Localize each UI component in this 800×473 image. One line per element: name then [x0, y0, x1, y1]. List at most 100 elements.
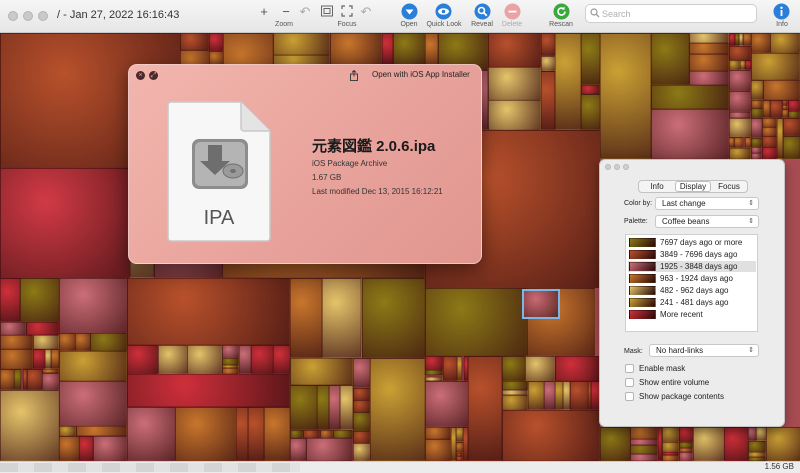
treemap-cell[interactable]: [689, 33, 729, 44]
treemap-cell[interactable]: [761, 146, 778, 159]
treemap-cell[interactable]: [126, 344, 159, 375]
tab-focus[interactable]: Focus: [711, 181, 747, 192]
treemap-cell[interactable]: [392, 33, 425, 65]
treemap-cell[interactable]: [0, 278, 21, 323]
treemap-cell[interactable]: [750, 33, 771, 54]
treemap-cell[interactable]: [527, 381, 544, 411]
treemap-cell[interactable]: [543, 381, 555, 411]
treemap-cell[interactable]: [679, 427, 694, 443]
selected-treemap-cell[interactable]: [522, 289, 560, 319]
treemap-cell[interactable]: [555, 33, 582, 131]
treemap-cell[interactable]: [175, 406, 236, 461]
treemap-cell[interactable]: [306, 438, 354, 461]
treemap-cell[interactable]: [763, 79, 800, 100]
treemap-cell[interactable]: [425, 427, 451, 439]
treemap-cell[interactable]: [158, 344, 187, 375]
zoom-window-button[interactable]: [38, 11, 48, 21]
enable-mask-checkbox[interactable]: [625, 364, 634, 373]
treemap-cell[interactable]: [555, 356, 600, 382]
search-field[interactable]: [585, 4, 757, 23]
treemap-cell[interactable]: [209, 33, 224, 52]
treemap-cell[interactable]: [290, 385, 318, 431]
focus-reset-icon[interactable]: ↶: [358, 4, 374, 20]
show-package-contents-checkbox[interactable]: [625, 392, 634, 401]
treemap-cell[interactable]: [92, 436, 127, 461]
zoom-out-icon[interactable]: −: [278, 4, 294, 20]
inspector-minimize-button[interactable]: [614, 164, 620, 170]
treemap-cell[interactable]: [728, 69, 751, 91]
treemap-cell[interactable]: [353, 430, 371, 443]
treemap-cell[interactable]: [58, 425, 76, 436]
treemap-cell[interactable]: [186, 344, 223, 375]
minimize-window-button[interactable]: [23, 11, 33, 21]
legend-row[interactable]: 482 - 962 days ago: [628, 285, 756, 296]
treemap-cell[interactable]: [13, 368, 22, 390]
focus-frame-icon[interactable]: [319, 4, 335, 22]
treemap-cell[interactable]: [728, 111, 751, 119]
treemap-cell[interactable]: [239, 344, 252, 375]
treemap-cell[interactable]: [787, 99, 800, 111]
legend-row[interactable]: 7697 days ago or more: [628, 237, 756, 248]
treemap-cell[interactable]: [728, 148, 751, 159]
treemap-cell[interactable]: [90, 332, 127, 351]
treemap-cell[interactable]: [762, 99, 771, 119]
treemap-cell[interactable]: [58, 278, 127, 333]
treemap-cell[interactable]: [0, 368, 14, 390]
color-by-select[interactable]: Last change ⇕: [655, 197, 759, 210]
treemap-cell[interactable]: [502, 395, 528, 411]
treemap-cell[interactable]: [728, 59, 741, 70]
open-button[interactable]: [401, 3, 418, 20]
treemap-cell[interactable]: [382, 33, 393, 65]
treemap-cell[interactable]: [689, 53, 729, 72]
treemap-cell[interactable]: [756, 427, 767, 442]
treemap-cell[interactable]: [272, 33, 330, 56]
quick-look-button[interactable]: [435, 3, 452, 20]
treemap-cell[interactable]: [524, 356, 556, 382]
mask-select[interactable]: No hard-links ⇕: [649, 344, 759, 357]
treemap-cell[interactable]: [42, 373, 59, 390]
treemap-cell[interactable]: [290, 430, 303, 439]
focus-expand-icon[interactable]: [339, 4, 355, 22]
treemap-cell[interactable]: [51, 348, 59, 369]
treemap-cell[interactable]: [750, 99, 763, 109]
treemap-cell[interactable]: [27, 368, 43, 390]
open-with-button[interactable]: Open with iOS App Installer: [372, 70, 470, 79]
treemap-cell[interactable]: [554, 381, 563, 411]
treemap-cell[interactable]: [180, 33, 210, 51]
treemap-cell[interactable]: [58, 350, 127, 382]
treemap-cell[interactable]: [487, 67, 542, 100]
treemap-cell[interactable]: [425, 380, 469, 428]
treemap-cell[interactable]: [748, 441, 767, 452]
treemap-cell[interactable]: [264, 406, 290, 461]
treemap-cell[interactable]: [689, 71, 729, 86]
show-entire-volume-checkbox[interactable]: [625, 378, 634, 387]
palette-select[interactable]: Coffee beans ⇕: [655, 215, 759, 228]
zoom-reset-icon[interactable]: ↶: [297, 4, 313, 20]
treemap-cell[interactable]: [581, 85, 600, 95]
treemap-cell[interactable]: [600, 33, 651, 159]
treemap-cell[interactable]: [353, 387, 371, 400]
treemap-cell[interactable]: [425, 288, 527, 356]
treemap-cell[interactable]: [222, 357, 240, 365]
treemap-cell[interactable]: [247, 406, 265, 461]
treemap-cell[interactable]: [290, 438, 307, 461]
treemap-cell[interactable]: [679, 451, 694, 461]
treemap-cell[interactable]: [425, 356, 444, 371]
treemap-cell[interactable]: [770, 33, 800, 54]
delete-button[interactable]: [504, 3, 521, 20]
zoom-in-icon[interactable]: +: [256, 4, 272, 20]
tab-info[interactable]: Info: [639, 181, 675, 192]
treemap-cell[interactable]: [743, 33, 751, 47]
treemap-cell[interactable]: [629, 445, 658, 455]
treemap-cell[interactable]: [502, 410, 600, 461]
tab-display[interactable]: Display: [675, 181, 711, 192]
treemap-cell[interactable]: [750, 79, 764, 100]
treemap-cell[interactable]: [600, 427, 630, 461]
treemap-cell[interactable]: [750, 53, 800, 80]
treemap-cell[interactable]: [32, 348, 46, 369]
treemap-cell[interactable]: [126, 278, 290, 345]
treemap-cell[interactable]: [487, 99, 542, 131]
treemap-cell[interactable]: [662, 441, 680, 453]
treemap-cell[interactable]: [782, 118, 800, 137]
treemap-cell[interactable]: [541, 33, 556, 56]
